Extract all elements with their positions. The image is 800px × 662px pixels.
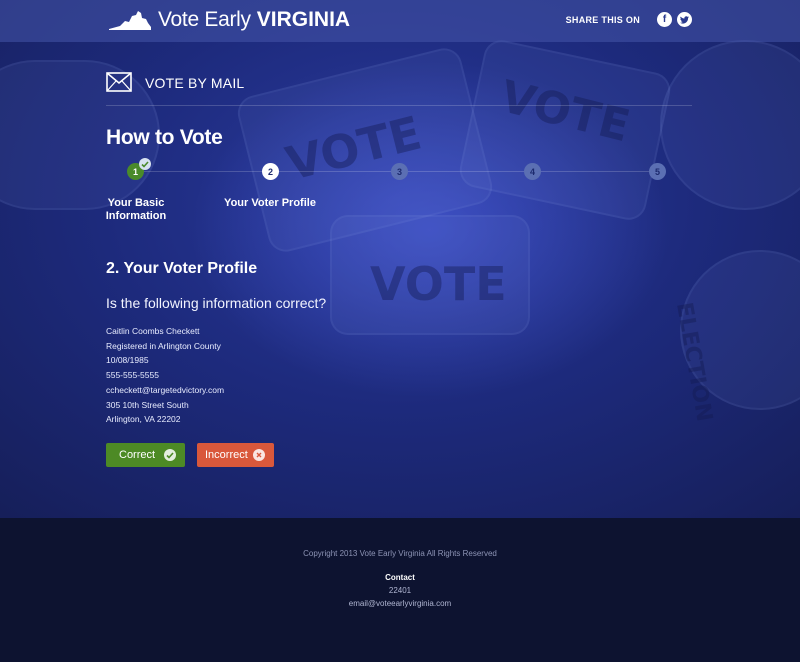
- voter-profile-title: 2. Your Voter Profile: [106, 260, 258, 277]
- share-label: SHARE THIS ON: [565, 14, 640, 25]
- contact-zip: 22401: [388, 586, 412, 595]
- vote-by-mail-header: VOTE BY MAIL: [106, 72, 692, 106]
- step-1-label: Your Basic Information: [105, 197, 167, 222]
- site-logo[interactable]: Vote Early VIRGINIA: [108, 8, 350, 32]
- incorrect-button-label: Incorrect: [205, 449, 248, 461]
- site-footer: Copyright 2013 Vote Early Virginia All R…: [0, 518, 800, 662]
- confirmation-question: Is the following information correct?: [106, 295, 327, 311]
- checkmark-icon: [139, 158, 151, 170]
- step-2-label: Your Voter Profile: [224, 197, 316, 209]
- share-bar: SHARE THIS ON f: [566, 12, 692, 27]
- envelope-icon: [106, 72, 132, 92]
- step-4-indicator: 4: [524, 163, 541, 180]
- page-title: How to Vote: [106, 126, 223, 149]
- incorrect-button[interactable]: Incorrect: [197, 443, 274, 467]
- contact-heading: Contact: [385, 573, 415, 582]
- svg-text:ELECTION: ELECTION: [671, 300, 717, 423]
- voter-registration: Registered in Arlington County: [106, 340, 221, 351]
- facebook-icon[interactable]: f: [657, 12, 672, 27]
- check-icon: [164, 449, 176, 461]
- twitter-bird-glyph: [680, 15, 689, 24]
- correct-button[interactable]: Correct: [106, 443, 185, 467]
- logo-text-light: Vote Early: [158, 8, 251, 31]
- voter-street: 305 10th Street South: [106, 399, 189, 410]
- voter-email: ccheckett@targetedvictory.com: [106, 384, 225, 395]
- close-icon: [253, 449, 265, 461]
- logo-text-bold: VIRGINIA: [256, 8, 351, 31]
- virginia-state-icon: [109, 11, 151, 30]
- voter-name: Caitlin Coombs Checkett: [106, 326, 200, 336]
- step-2-indicator[interactable]: 2: [262, 163, 279, 180]
- top-navigation-bar: Vote Early VIRGINIA SHARE THIS ON f: [0, 0, 800, 42]
- svg-text:VOTE: VOTE: [370, 257, 507, 311]
- section-title: VOTE BY MAIL: [145, 75, 245, 91]
- voter-birthdate: 10/08/1985: [106, 355, 149, 366]
- copyright-text: Copyright 2013 Vote Early Virginia All R…: [303, 549, 497, 558]
- step-5-indicator: 5: [649, 163, 666, 180]
- step-3-indicator: 3: [391, 163, 408, 180]
- voter-phone: 555-555-5555: [106, 370, 159, 381]
- twitter-icon[interactable]: [677, 12, 692, 27]
- voter-info-block: Caitlin Coombs Checkett Registered in Ar…: [106, 324, 224, 427]
- correct-button-label: Correct: [119, 449, 156, 461]
- voter-city: Arlington, VA 22202: [106, 414, 181, 425]
- contact-email-link[interactable]: email@voteearlyvirginia.com: [0, 599, 800, 608]
